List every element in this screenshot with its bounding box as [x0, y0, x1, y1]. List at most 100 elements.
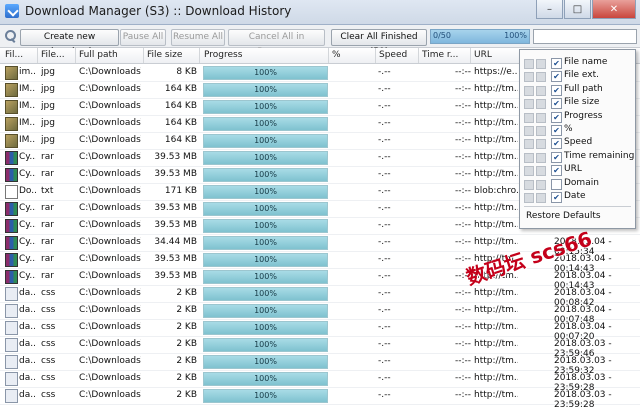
pause-all-button[interactable]: Pause All [120, 29, 166, 46]
search-icon[interactable] [4, 30, 16, 42]
col-progress[interactable]: Progress [204, 50, 324, 60]
move-left-icon[interactable] [524, 193, 534, 203]
move-left-icon[interactable] [524, 166, 534, 177]
cell-speed: -.-- [378, 67, 391, 77]
column-checkbox[interactable]: ✔ [551, 71, 562, 83]
search-input[interactable] [533, 29, 637, 44]
move-left-icon[interactable] [524, 152, 534, 163]
move-left-icon[interactable] [524, 112, 534, 123]
minimize-button[interactable]: – [536, 0, 563, 19]
column-menu-item[interactable]: ✔ Speed [520, 136, 635, 150]
column-divider[interactable] [75, 48, 76, 63]
clear-finished-button[interactable]: Clear All Finished (50) [331, 29, 427, 57]
move-left-icon[interactable] [524, 85, 534, 96]
column-checkbox[interactable]: ✔ [551, 165, 562, 177]
column-checkbox[interactable]: ✔ [551, 111, 562, 123]
row-progress-bar: 100% [203, 117, 328, 131]
img-file-icon [5, 83, 18, 97]
column-divider[interactable] [199, 48, 200, 63]
column-checkbox[interactable]: ✔ [551, 151, 562, 163]
move-right-icon[interactable] [536, 126, 546, 136]
move-left-icon[interactable] [524, 72, 534, 83]
column-menu-item[interactable]: ✔ Full path [520, 83, 635, 96]
column-checkbox[interactable]: ✔ [551, 125, 562, 136]
table-row[interactable]: da... css C:\Downloads\... 2 KB 100% -.-… [0, 336, 640, 359]
column-divider[interactable] [375, 48, 376, 63]
restore-defaults-item[interactable]: Restore Defaults [526, 211, 601, 221]
column-checkbox[interactable]: ✔ [551, 84, 562, 96]
move-right-icon[interactable] [536, 112, 546, 123]
column-chooser-menu: ✔ File name ✔ File ext. ✔ Full path ✔ Fi… [519, 49, 636, 229]
close-button[interactable]: ✕ [592, 0, 636, 19]
column-menu-item[interactable]: ✔ File name [520, 56, 635, 69]
col-full-path[interactable]: Full path [79, 50, 141, 60]
column-divider[interactable] [37, 48, 38, 63]
column-divider[interactable] [328, 48, 329, 63]
column-menu-item[interactable]: ✔ File size [520, 96, 635, 110]
move-right-icon[interactable] [536, 193, 546, 203]
col-time-remaining[interactable]: Time r... [422, 50, 466, 60]
table-row[interactable]: da... css C:\Downloads\... 2 KB 100% -.-… [0, 302, 640, 325]
move-left-icon[interactable] [524, 99, 534, 110]
column-checkbox[interactable]: ✔ [551, 58, 562, 69]
table-row[interactable]: da... css C:\Downloads\... 2 KB 100% -.-… [0, 319, 640, 342]
move-right-icon[interactable] [536, 166, 546, 177]
move-right-icon[interactable] [536, 179, 546, 190]
column-menu-item[interactable]: ✔ Time remaining [520, 150, 635, 163]
cell-speed: -.-- [378, 356, 391, 366]
column-menu-item[interactable]: ✔ % [520, 123, 635, 136]
move-left-icon[interactable] [524, 179, 534, 190]
cell-url: blob:chro... [474, 186, 518, 196]
move-right-icon[interactable] [536, 139, 546, 150]
column-divider[interactable] [470, 48, 471, 63]
column-menu-item[interactable]: ✔ Date [520, 190, 635, 203]
column-menu-item[interactable]: ✔ File ext. [520, 69, 635, 83]
create-download-button[interactable]: Create new download [20, 29, 119, 57]
maximize-button[interactable]: □ [564, 0, 591, 19]
cell-file-name: im... [19, 67, 36, 77]
cell-full-path: C:\Downloads\... [79, 305, 141, 315]
cell-url: https://e... [474, 67, 518, 77]
column-divider[interactable] [418, 48, 419, 63]
column-checkbox[interactable]: ✔ [551, 98, 562, 110]
column-menu-item[interactable]: ✔ URL [520, 163, 635, 177]
col-speed[interactable]: Speed [379, 50, 417, 60]
col-file-size[interactable]: File size [147, 50, 199, 60]
column-divider[interactable] [143, 48, 144, 63]
row-progress-bar: 100% [203, 355, 328, 369]
move-left-icon[interactable] [524, 126, 534, 136]
resume-all-button[interactable]: Resume All [171, 29, 225, 46]
column-menu-item[interactable]: ✔ Progress [520, 110, 635, 123]
col-url[interactable]: URL [474, 50, 518, 60]
row-progress-bar: 100% [203, 338, 328, 352]
move-right-icon[interactable] [536, 59, 546, 69]
table-row[interactable]: da... css C:\Downloads\... 2 KB 100% -.-… [0, 387, 640, 410]
col-file-name[interactable]: Fil... [5, 50, 35, 60]
col-file-ext[interactable]: File... [41, 50, 74, 60]
table-row[interactable]: da... css C:\Downloads\... 2 KB 100% -.-… [0, 285, 640, 308]
move-left-icon[interactable] [524, 59, 534, 69]
cell-time-remaining: --:-- [454, 356, 471, 366]
move-right-icon[interactable] [536, 72, 546, 83]
cell-url: http://tm... [474, 288, 518, 298]
col-percent[interactable]: % [332, 50, 372, 60]
column-menu-item[interactable]: Domain [520, 177, 635, 190]
cell-time-remaining: --:-- [454, 152, 471, 162]
table-row[interactable]: da... css C:\Downloads\... 2 KB 100% -.-… [0, 370, 640, 393]
column-checkbox[interactable]: ✔ [551, 192, 562, 203]
column-checkbox[interactable]: ✔ [551, 138, 562, 150]
move-left-icon[interactable] [524, 139, 534, 150]
move-right-icon[interactable] [536, 99, 546, 110]
table-row[interactable]: da... css C:\Downloads\... 2 KB 100% -.-… [0, 353, 640, 376]
move-right-icon[interactable] [536, 85, 546, 96]
cancel-all-button[interactable]: Cancel All in Progress [228, 29, 325, 57]
cell-full-path: C:\Downloads\... [79, 67, 141, 77]
cell-url: http://tm... [474, 356, 518, 366]
column-checkbox[interactable] [551, 178, 562, 190]
cell-speed: -.-- [378, 390, 391, 400]
cell-speed: -.-- [378, 373, 391, 383]
table-row[interactable]: Cy... rar C:\Downloads\... 39.53 MB 100%… [0, 268, 640, 291]
cell-file-size: 164 KB [164, 118, 197, 128]
column-menu-label: URL [564, 164, 582, 175]
move-right-icon[interactable] [536, 152, 546, 163]
